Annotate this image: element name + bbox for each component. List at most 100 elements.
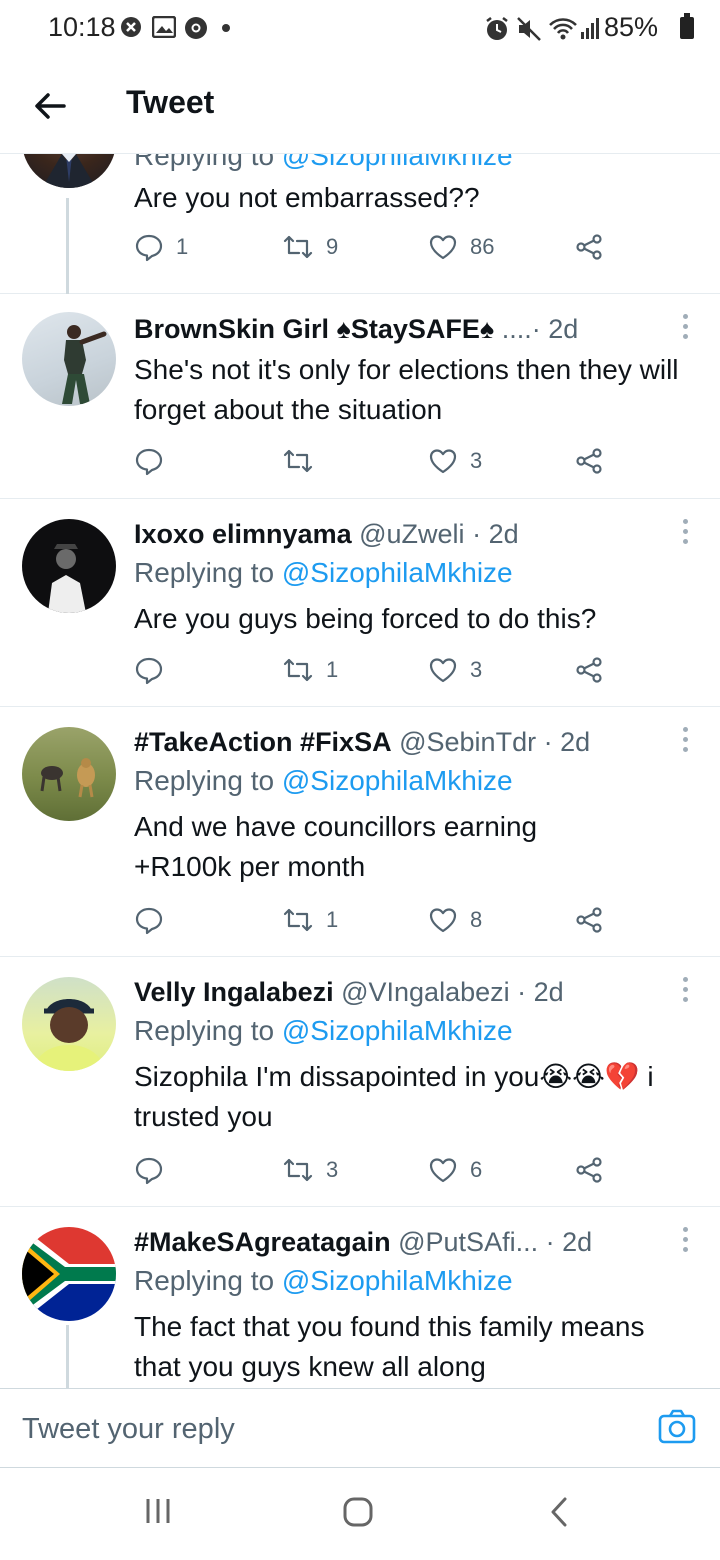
share-icon	[576, 1157, 602, 1183]
alarm-icon	[486, 17, 508, 40]
gallery-icon	[152, 16, 176, 38]
recent-apps-icon[interactable]	[144, 1496, 172, 1526]
user-handle[interactable]: ....	[502, 314, 532, 344]
avatar[interactable]	[22, 1227, 116, 1321]
share-button[interactable]	[574, 903, 604, 937]
user-handle[interactable]: @uZweli	[359, 519, 464, 549]
home-icon[interactable]	[342, 1496, 374, 1528]
retweet-button[interactable]	[282, 444, 326, 478]
tweet-text: She's not it's only for elections then t…	[134, 354, 679, 425]
reply-icon	[135, 1157, 163, 1185]
reply-button[interactable]: 1	[134, 230, 188, 264]
reply-button[interactable]	[134, 903, 176, 937]
back-arrow-icon[interactable]	[30, 86, 70, 126]
display-name[interactable]: BrownSkin Girl ♠StaySAFE♠	[134, 314, 494, 344]
retweet-icon	[283, 235, 313, 259]
tweet-time: · 2d	[472, 519, 519, 549]
signal-icon	[581, 18, 599, 39]
user-handle[interactable]: @VIngalabezi	[341, 977, 510, 1007]
avatar-image	[48, 544, 86, 613]
chrome-icon	[185, 17, 207, 39]
share-button[interactable]	[574, 1153, 604, 1187]
reply-icon	[135, 234, 163, 262]
like-button[interactable]: 86	[428, 230, 494, 264]
retweet-button[interactable]: 3	[282, 1153, 338, 1187]
share-button[interactable]	[574, 653, 604, 687]
share-button[interactable]	[574, 230, 604, 264]
replying-to: Replying to @SizophilaMkhize	[134, 154, 513, 174]
battery-icon	[680, 13, 694, 39]
reply-button[interactable]	[134, 444, 176, 478]
tweet-item[interactable]: #MakeSAgreatagain @PutSAfi... · 2d Reply…	[0, 1207, 720, 1388]
tweet-header: #MakeSAgreatagain @PutSAfi... · 2d	[134, 1225, 670, 1259]
display-name[interactable]: #MakeSAgreatagain	[134, 1227, 391, 1257]
display-name[interactable]: Velly Ingalabezi	[134, 977, 334, 1007]
like-button[interactable]: 3	[428, 444, 482, 478]
page-title: Tweet	[126, 84, 215, 120]
display-name[interactable]: Ixoxo elimnyama	[134, 519, 352, 549]
retweet-button[interactable]: 1	[282, 903, 338, 937]
avatar[interactable]	[22, 154, 116, 188]
tweet-text: And we have councillors earning +R100k p…	[134, 811, 538, 882]
like-button[interactable]: 3	[428, 653, 482, 687]
reply-icon	[135, 907, 163, 935]
avatar-image	[62, 325, 107, 404]
like-icon	[429, 658, 457, 683]
share-icon	[576, 234, 602, 260]
replying-to: Replying to @SizophilaMkhize	[134, 1265, 513, 1296]
tweet-item[interactable]: Ixoxo elimnyama @uZweli · 2d Replying to…	[0, 499, 720, 707]
tweet-feed[interactable]: Replying to @SizophilaMkhize Are you not…	[0, 154, 720, 1388]
status-time: 10:18	[48, 12, 116, 42]
tweet-item[interactable]: #TakeAction #FixSA @SebinTdr · 2d Replyi…	[0, 707, 720, 957]
avatar[interactable]	[22, 519, 116, 613]
retweet-icon	[283, 449, 313, 473]
replying-handle-link[interactable]: @SizophilaMkhize	[282, 765, 513, 796]
display-name[interactable]: #TakeAction #FixSA	[134, 727, 392, 757]
back-nav-icon[interactable]	[548, 1496, 570, 1528]
tweet-header: Ixoxo elimnyama @uZweli · 2d	[134, 517, 670, 551]
tweet-time: · 2d	[517, 977, 564, 1007]
more-icon[interactable]	[682, 977, 690, 1005]
flag-avatar-image	[22, 1227, 116, 1321]
more-icon[interactable]	[682, 519, 690, 547]
reply-button[interactable]	[134, 1153, 176, 1187]
tweet-item[interactable]: BrownSkin Girl ♠StaySAFE♠ ....· 2d She's…	[0, 294, 720, 499]
retweet-button[interactable]: 9	[282, 230, 338, 264]
user-handle[interactable]: @SebinTdr	[399, 727, 536, 757]
avatar[interactable]	[22, 312, 116, 406]
replying-handle-link[interactable]: @SizophilaMkhize	[282, 1265, 513, 1296]
more-icon[interactable]	[682, 1227, 690, 1255]
replying-handle-link[interactable]: @SizophilaMkhize	[282, 1015, 513, 1046]
retweet-icon	[283, 1158, 313, 1182]
share-icon	[576, 657, 602, 683]
share-button[interactable]	[574, 444, 604, 478]
user-handle[interactable]: @PutSAfi...	[398, 1227, 538, 1257]
tweet-actions: 1 3	[134, 653, 614, 687]
replying-to: Replying to @SizophilaMkhize	[134, 1015, 513, 1046]
reply-button[interactable]	[134, 653, 176, 687]
reply-input[interactable]: Tweet your reply	[22, 1413, 235, 1446]
avatar-image	[32, 999, 106, 1071]
replying-handle-link[interactable]: @SizophilaMkhize	[282, 154, 513, 171]
like-button[interactable]: 6	[428, 1153, 482, 1187]
reply-composer[interactable]: Tweet your reply	[0, 1388, 720, 1468]
shield-icon	[121, 17, 141, 37]
reply-icon	[135, 657, 163, 685]
tweet-time: · 2d	[531, 314, 579, 344]
retweet-button[interactable]: 1	[282, 653, 338, 687]
avatar[interactable]	[22, 727, 116, 821]
tweet-item[interactable]: Replying to @SizophilaMkhize Are you not…	[0, 154, 720, 294]
more-icon[interactable]	[682, 727, 690, 755]
tweet-actions: 1 8	[134, 903, 614, 937]
replying-handle-link[interactable]: @SizophilaMkhize	[282, 557, 513, 588]
tweet-item[interactable]: Velly Ingalabezi @VIngalabezi · 2d Reply…	[0, 957, 720, 1207]
avatar[interactable]	[22, 977, 116, 1071]
tweet-text: Are you guys being forced to do this?	[134, 603, 597, 634]
wifi-icon	[549, 18, 577, 40]
camera-icon[interactable]	[658, 1409, 696, 1445]
avatar-image	[40, 758, 95, 798]
more-icon[interactable]	[682, 314, 690, 342]
like-button[interactable]: 8	[428, 903, 482, 937]
system-nav-bar	[0, 1468, 720, 1560]
tweet-text: The fact that you found this family mean…	[134, 1311, 645, 1382]
